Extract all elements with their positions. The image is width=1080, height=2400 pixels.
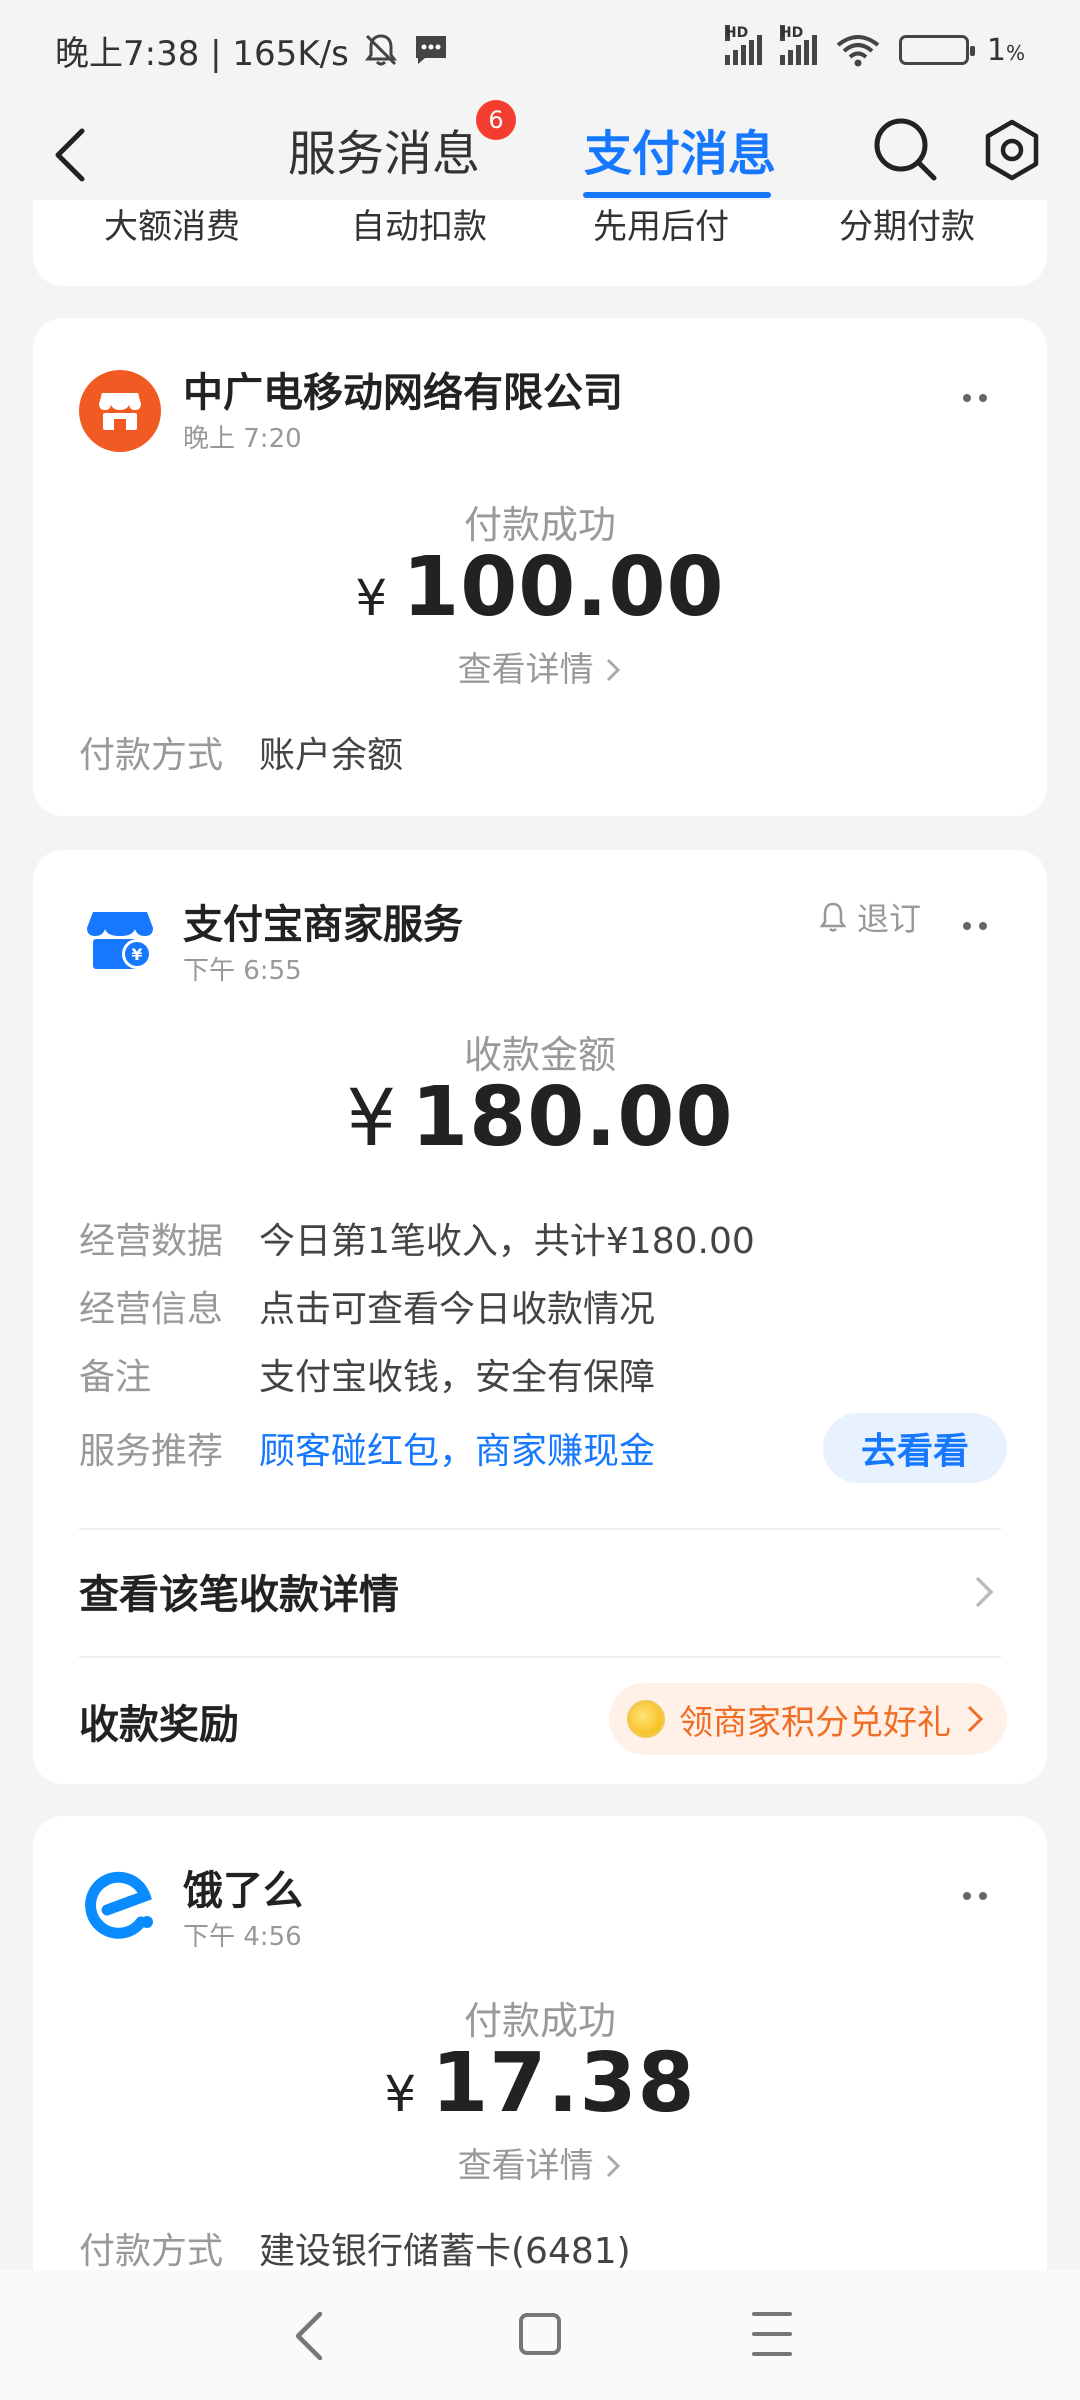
bell-icon [819,902,847,932]
coin-icon [627,1700,665,1738]
message-time: 晚上 7:20 [183,424,302,454]
payment-card[interactable]: 中广电移动网络有限公司 晚上 7:20 付款成功 ¥100.00 查看详情 付款… [33,318,1047,816]
store-icon [79,370,161,452]
go-look-button[interactable]: 去看看 [823,1413,1007,1483]
status-right: HD HD 1% [724,25,1025,68]
message-time: 下午 4:56 [183,1922,302,1952]
merchant-store-icon: ¥ [79,900,161,982]
pay-method-value: 建设银行储蓄卡(6481) [259,2231,631,2272]
message-icon [415,36,446,64]
merchant-receipt-card[interactable]: ¥ 支付宝商家服务 下午 6:55 退订 收款金额 ¥180.00 经营数据 今… [33,850,1047,1784]
more-options-icon[interactable] [963,388,1003,408]
category-item[interactable]: 自动扣款 [351,200,487,254]
row-label: 服务推荐 [79,1431,224,1472]
signal-icon: HD [724,25,762,65]
row-label: 经营数据 [79,1221,224,1262]
more-options-icon[interactable] [963,916,1003,936]
pay-method-label: 付款方式 [79,2231,224,2272]
message-time: 下午 6:55 [183,956,302,986]
signal-icon: HD [779,25,817,65]
merchant-name: 支付宝商家服务 [183,902,463,948]
system-nav-bar [0,2270,1080,2400]
recommendation-link[interactable]: 顾客碰红包，商家赚现金 [259,1422,655,1474]
eleme-logo-icon [79,1866,161,1948]
unread-badge: 6 [476,100,516,140]
wifi-icon [836,35,880,67]
payment-amount: ¥17.38 [384,2036,696,2131]
row-value: 今日第1笔收入，共计¥180.00 [259,1221,755,1262]
battery-icon [898,35,975,65]
gear-icon[interactable] [980,118,1044,182]
back-icon[interactable] [40,120,100,190]
status-left: 晚上7:38 | 165K/s [55,26,449,75]
chevron-right-icon [607,658,621,682]
merchant-name: 饿了么 [183,1868,303,1914]
tab-service-messages[interactable]: 服务消息 [288,114,480,184]
row-label: 经营信息 [79,1289,224,1330]
payment-amount: ¥100.00 [355,540,725,635]
pay-method-value: 账户余额 [259,735,404,776]
unsubscribe-button[interactable]: 退订 [819,894,921,940]
divider [79,1656,1001,1658]
view-details-link[interactable]: 查看详情 [33,642,1047,691]
chevron-right-icon [967,1705,984,1733]
category-strip: 大额消费 自动扣款 先用后付 分期付款 [33,200,1047,286]
active-tab-indicator [583,192,771,198]
svg-text:¥: ¥ [131,945,142,964]
row-label: 备注 [79,1357,152,1398]
receipt-amount: ¥180.00 [346,1070,734,1165]
row-value: 支付宝收钱，安全有保障 [259,1357,656,1398]
category-item[interactable]: 分期付款 [839,200,975,254]
nav-back-icon[interactable] [284,2308,334,2364]
payment-card[interactable]: 饿了么 下午 4:56 付款成功 ¥17.38 查看详情 付款方式 建设银行储蓄… [33,1816,1047,2316]
category-item[interactable]: 大额消费 [104,200,240,254]
receipt-reward-title: 收款奖励 [79,1702,239,1748]
search-icon[interactable] [870,114,940,184]
row-value[interactable]: 点击可查看今日收款情况 [259,1280,655,1332]
chevron-right-icon [607,2154,621,2178]
reward-points-button[interactable]: 领商家积分兑好礼 [609,1683,1007,1755]
nav-home-icon[interactable] [519,2313,561,2355]
tab-payment-messages[interactable]: 支付消息 [584,114,776,184]
view-details-link[interactable]: 查看详情 [33,2138,1047,2187]
category-item[interactable]: 先用后付 [593,200,729,254]
header: 服务消息 6 支付消息 [0,100,1080,210]
more-options-icon[interactable] [963,1886,1003,1906]
pay-method-label: 付款方式 [79,735,224,776]
bell-off-icon [364,34,397,66]
battery-level: 1% [986,32,1025,68]
view-receipt-details-row[interactable]: 查看该笔收款详情 [79,1562,399,1620]
merchant-name: 中广电移动网络有限公司 [183,370,623,416]
nav-menu-icon[interactable] [752,2312,792,2356]
chevron-right-icon[interactable] [971,1572,999,1612]
status-time: 晚上7:38 | 165K/s [55,33,349,74]
divider [79,1528,1001,1530]
status-bar: 晚上7:38 | 165K/s HD HD 1% [0,0,1080,100]
